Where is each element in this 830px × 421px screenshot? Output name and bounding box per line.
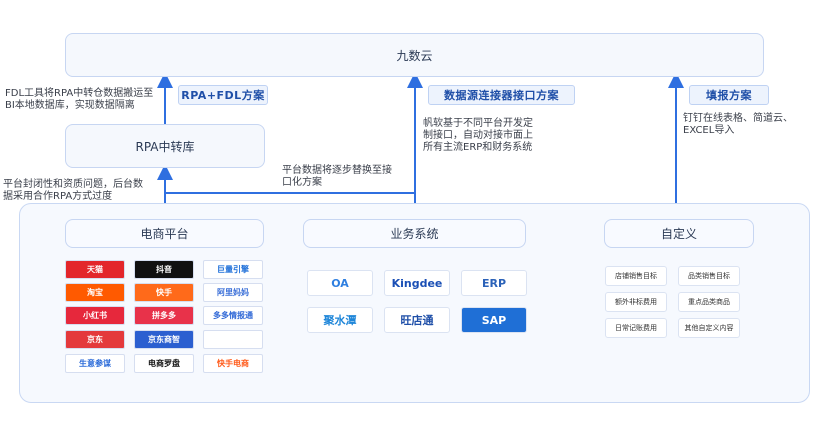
business-logo-5: 旺店通 bbox=[384, 307, 450, 333]
custom-header: 自定义 bbox=[604, 219, 754, 248]
replace-note-line-2: 口化方案 bbox=[282, 177, 322, 188]
business-logo-2: Kingdee bbox=[384, 270, 450, 296]
ecommerce-logo-4: 淘宝 bbox=[65, 283, 125, 302]
left-note-line-1: FDL工具将RPA中转仓数据搬运至 bbox=[5, 88, 154, 99]
ecommerce-logo-2: 抖音 bbox=[134, 260, 194, 279]
tag-fill-report: 填报方案 bbox=[689, 85, 769, 105]
right-note-line-2: EXCEL导入 bbox=[683, 125, 735, 136]
left-note: FDL工具将RPA中转仓数据搬运至 BI本地数据库，实现数据隔离 bbox=[5, 88, 165, 112]
custom-item-3: 额外非标费用 bbox=[605, 292, 667, 312]
business-logo-1: OA bbox=[307, 270, 373, 296]
left-bottom-note-line-2: 据采用合作RPA方式过度 bbox=[3, 191, 113, 202]
ecommerce-logo-14: 电商罗盘 bbox=[134, 354, 194, 373]
custom-item-1: 店铺销售目标 bbox=[605, 266, 667, 286]
ecommerce-logo-13: 生意参谋 bbox=[65, 354, 125, 373]
ecommerce-logo-11: 京东商智 bbox=[134, 330, 194, 349]
tag-fill-report-label: 填报方案 bbox=[706, 89, 752, 102]
rpa-hub-box: RPA中转库 bbox=[65, 124, 265, 168]
rpa-hub-label: RPA中转库 bbox=[135, 139, 195, 154]
replace-note: 平台数据将逐步替换至接 口化方案 bbox=[282, 165, 412, 189]
ecommerce-header: 电商平台 bbox=[65, 219, 264, 248]
ecommerce-logo-10: 京东 bbox=[65, 330, 125, 349]
custom-title: 自定义 bbox=[660, 227, 697, 241]
ecommerce-logo-6: 阿里妈妈 bbox=[203, 283, 263, 302]
ecommerce-logo-3: 巨量引擎 bbox=[203, 260, 263, 279]
middle-note-line-1: 帆软基于不同平台开发定 bbox=[423, 118, 533, 129]
middle-note-line-2: 制接口，自动对接市面上 bbox=[423, 130, 533, 141]
ecommerce-title: 电商平台 bbox=[140, 227, 189, 241]
tag-connector-label: 数据源连接器接口方案 bbox=[444, 89, 559, 102]
middle-note: 帆软基于不同平台开发定 制接口，自动对接市面上 所有主流ERP和财务系统 bbox=[423, 118, 563, 154]
ecommerce-logo-9: 多多情报通 bbox=[203, 306, 263, 325]
left-bottom-note: 平台封闭性和资质问题，后台数 据采用合作RPA方式过度 bbox=[3, 179, 168, 203]
ecommerce-logo-7: 小红书 bbox=[65, 306, 125, 325]
top-system-title: 九数云 bbox=[396, 48, 433, 63]
custom-item-2: 品类销售目标 bbox=[678, 266, 740, 286]
ecommerce-logo-1: 天猫 bbox=[65, 260, 125, 279]
ecommerce-logo-5: 快手 bbox=[134, 283, 194, 302]
business-logo-3: ERP bbox=[461, 270, 527, 296]
right-note-line-1: 钉钉在线表格、简道云、 bbox=[683, 113, 793, 124]
business-logo-6: SAP bbox=[461, 307, 527, 333]
replace-note-line-1: 平台数据将逐步替换至接 bbox=[282, 165, 392, 176]
top-system-box: 九数云 bbox=[65, 33, 764, 77]
middle-note-line-3: 所有主流ERP和财务系统 bbox=[423, 142, 533, 153]
ecommerce-logo-12 bbox=[203, 330, 263, 349]
tag-rpa-fdl-label: RPA+FDL方案 bbox=[181, 89, 265, 102]
tag-connector: 数据源连接器接口方案 bbox=[428, 85, 575, 105]
custom-item-4: 重点品类商品 bbox=[678, 292, 740, 312]
business-header: 业务系统 bbox=[303, 219, 526, 248]
right-note: 钉钉在线表格、简道云、 EXCEL导入 bbox=[683, 113, 823, 137]
custom-item-6: 其他自定义内容 bbox=[678, 318, 740, 338]
left-note-line-2: BI本地数据库，实现数据隔离 bbox=[5, 100, 135, 111]
business-title: 业务系统 bbox=[390, 227, 439, 241]
left-bottom-note-line-1: 平台封闭性和资质问题，后台数 bbox=[3, 179, 143, 190]
custom-item-5: 日常记账费用 bbox=[605, 318, 667, 338]
ecommerce-logo-15: 快手电商 bbox=[203, 354, 263, 373]
ecommerce-logo-8: 拼多多 bbox=[134, 306, 194, 325]
business-logo-4: 聚水潭 bbox=[307, 307, 373, 333]
tag-rpa-fdl: RPA+FDL方案 bbox=[178, 85, 268, 105]
